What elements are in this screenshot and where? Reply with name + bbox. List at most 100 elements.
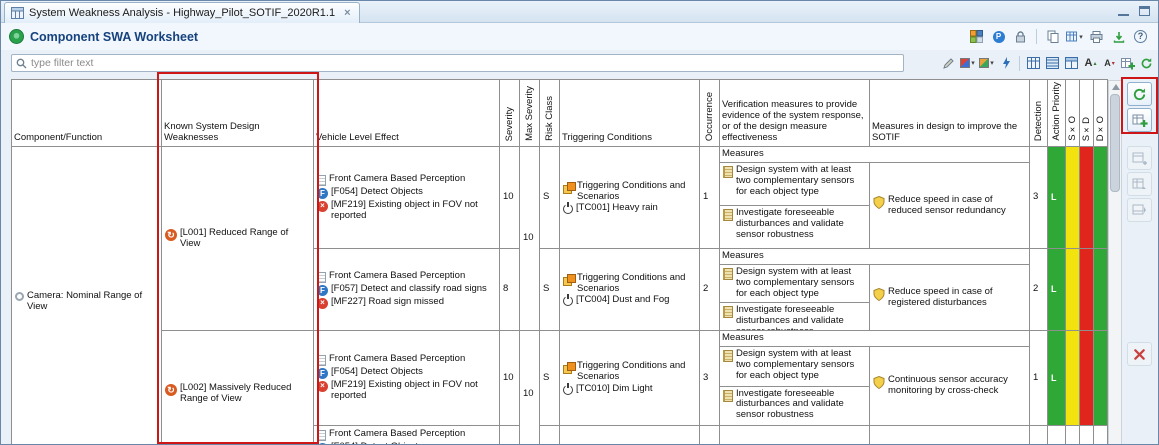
sxd-cell[interactable]	[1080, 331, 1094, 426]
effect-cell[interactable]: Front Camera Based Perception F[F054] De…	[314, 331, 500, 426]
worksheet-tab-icon	[11, 7, 24, 19]
sxd-cell[interactable]	[1080, 426, 1094, 445]
sxo-cell[interactable]	[1066, 426, 1080, 445]
dxo-cell[interactable]	[1094, 147, 1108, 249]
verification-cell[interactable]: Design system with at least two compleme…	[720, 265, 870, 331]
weakness-icon: ↻	[165, 384, 177, 396]
dxo-cell[interactable]	[1094, 249, 1108, 331]
insert-row-button[interactable]	[1127, 198, 1152, 222]
help-icon[interactable]: ?	[1131, 28, 1150, 46]
detection-cell[interactable]	[1030, 426, 1048, 445]
weakness-cell[interactable]: ↻[L002] Massively Reduced Range of View	[162, 331, 314, 445]
highlight-scheme-icon[interactable]: ▾	[959, 54, 976, 72]
max-severity-cell[interactable]: 10	[520, 331, 540, 445]
occurrence-cell[interactable]: 1	[700, 147, 720, 249]
filter-input[interactable]	[31, 57, 899, 69]
sxd-cell[interactable]	[1080, 249, 1094, 331]
add-child-row-button[interactable]	[1127, 172, 1152, 196]
document-icon	[317, 272, 326, 283]
function-icon: F	[317, 188, 328, 199]
lock-icon[interactable]	[1011, 28, 1030, 46]
max-severity-cell[interactable]: 10	[520, 147, 540, 331]
vertical-scrollbar[interactable]	[1108, 80, 1122, 445]
copy-icon[interactable]	[1043, 28, 1062, 46]
compare-icon[interactable]	[997, 54, 1014, 72]
minimize-icon[interactable]	[1118, 6, 1129, 16]
highlight-scheme2-icon[interactable]: ▾	[978, 54, 995, 72]
design-measure-cell[interactable]: Continuous sensor accuracy monitoring by…	[870, 347, 1030, 426]
font-increase-icon[interactable]: A▴	[1082, 54, 1099, 72]
weakness-cell[interactable]: ↻[L001] Reduced Range of View	[162, 147, 314, 331]
design-measure-cell[interactable]: Reduce speed in case of reduced sensor r…	[870, 163, 1030, 249]
swa-worksheet-table: Component/Function Known System Design W…	[11, 79, 1108, 445]
severity-cell[interactable]: 10	[500, 331, 520, 426]
col-header-occurrence: Occurrence	[700, 80, 720, 147]
table-view-full-icon[interactable]	[1063, 54, 1080, 72]
maximize-icon[interactable]	[1139, 6, 1150, 16]
add-row-button[interactable]	[1127, 108, 1152, 132]
verification-measure-icon	[723, 209, 733, 221]
severity-cell[interactable]: 10	[500, 147, 520, 249]
action-priority-cell[interactable]: L	[1048, 331, 1066, 426]
design-measure-cell[interactable]: Reduce speed in case of registered distu…	[870, 265, 1030, 331]
triggering-cell[interactable]: Triggering Conditions and Scenarios [TC0…	[560, 331, 700, 426]
editor-tab[interactable]: System Weakness Analysis - Highway_Pilot…	[4, 2, 360, 23]
risk-class-cell[interactable]: S	[540, 331, 560, 426]
triggering-cell[interactable]: Triggering Conditions and Scenarios [TC0…	[560, 147, 700, 249]
export-icon[interactable]	[1109, 28, 1128, 46]
layout-grid-icon[interactable]	[967, 28, 986, 46]
table-menu-icon[interactable]: ▾	[1065, 28, 1084, 46]
occurrence-cell[interactable]	[700, 426, 720, 445]
sxo-cell[interactable]	[1066, 331, 1080, 426]
col-header-action-priority: Action Priority	[1048, 80, 1066, 147]
font-decrease-icon[interactable]: A▾	[1101, 54, 1118, 72]
table-header-row: Component/Function Known System Design W…	[12, 80, 1108, 147]
pin-icon[interactable]: P	[989, 28, 1008, 46]
filter-toolbar-right	[1119, 54, 1155, 72]
detection-cell[interactable]: 3	[1030, 147, 1048, 249]
verification-cell[interactable]: Design system with at least two compleme…	[720, 163, 870, 249]
severity-cell[interactable]	[500, 426, 520, 445]
col-header-component: Component/Function	[12, 80, 162, 147]
triggering-cell[interactable]	[560, 426, 700, 445]
scroll-up-icon[interactable]	[1112, 84, 1120, 90]
add-sibling-row-button[interactable]	[1127, 146, 1152, 170]
refresh-table-icon[interactable]	[1138, 54, 1155, 72]
effect-cell[interactable]: Front Camera Based Perception F[F054] De…	[314, 426, 500, 445]
table-view-normal-icon[interactable]	[1025, 54, 1042, 72]
power-icon	[563, 385, 573, 395]
effect-cell[interactable]: Front Camera Based Perception F[F054] De…	[314, 147, 500, 249]
dxo-cell[interactable]	[1094, 426, 1108, 445]
risk-class-cell[interactable]: S	[540, 147, 560, 249]
design-measure-cell[interactable]	[870, 426, 1030, 445]
detection-cell[interactable]: 1	[1030, 331, 1048, 426]
detection-cell[interactable]: 2	[1030, 249, 1048, 331]
risk-class-cell[interactable]	[540, 426, 560, 445]
severity-cell[interactable]: 8	[500, 249, 520, 331]
refresh-worksheet-button[interactable]	[1127, 82, 1152, 106]
function-icon: F	[317, 285, 328, 296]
delete-row-button[interactable]	[1127, 342, 1152, 366]
triggering-cell[interactable]: Triggering Conditions and Scenarios [TC0…	[560, 249, 700, 331]
sxd-cell[interactable]	[1080, 147, 1094, 249]
action-priority-cell[interactable]	[1048, 426, 1066, 445]
dxo-cell[interactable]	[1094, 331, 1108, 426]
document-icon	[317, 355, 326, 366]
close-tab-icon[interactable]: ×	[344, 7, 350, 19]
action-priority-cell[interactable]: L	[1048, 249, 1066, 331]
add-column-icon[interactable]	[1119, 54, 1136, 72]
occurrence-cell[interactable]: 3	[700, 331, 720, 426]
effect-cell[interactable]: Front Camera Based Perception F[F057] De…	[314, 249, 500, 331]
scrollbar-thumb[interactable]	[1110, 94, 1120, 192]
edit-cell-icon[interactable]	[940, 54, 957, 72]
verification-cell[interactable]	[720, 426, 870, 445]
table-view-compact-icon[interactable]	[1044, 54, 1061, 72]
action-priority-cell[interactable]: L	[1048, 147, 1066, 249]
occurrence-cell[interactable]: 2	[700, 249, 720, 331]
verification-cell[interactable]: Design system with at least two compleme…	[720, 347, 870, 426]
sxo-cell[interactable]	[1066, 147, 1080, 249]
risk-class-cell[interactable]: S	[540, 249, 560, 331]
component-cell[interactable]: Camera: Nominal Range of View	[12, 147, 162, 445]
print-icon[interactable]	[1087, 28, 1106, 46]
sxo-cell[interactable]	[1066, 249, 1080, 331]
